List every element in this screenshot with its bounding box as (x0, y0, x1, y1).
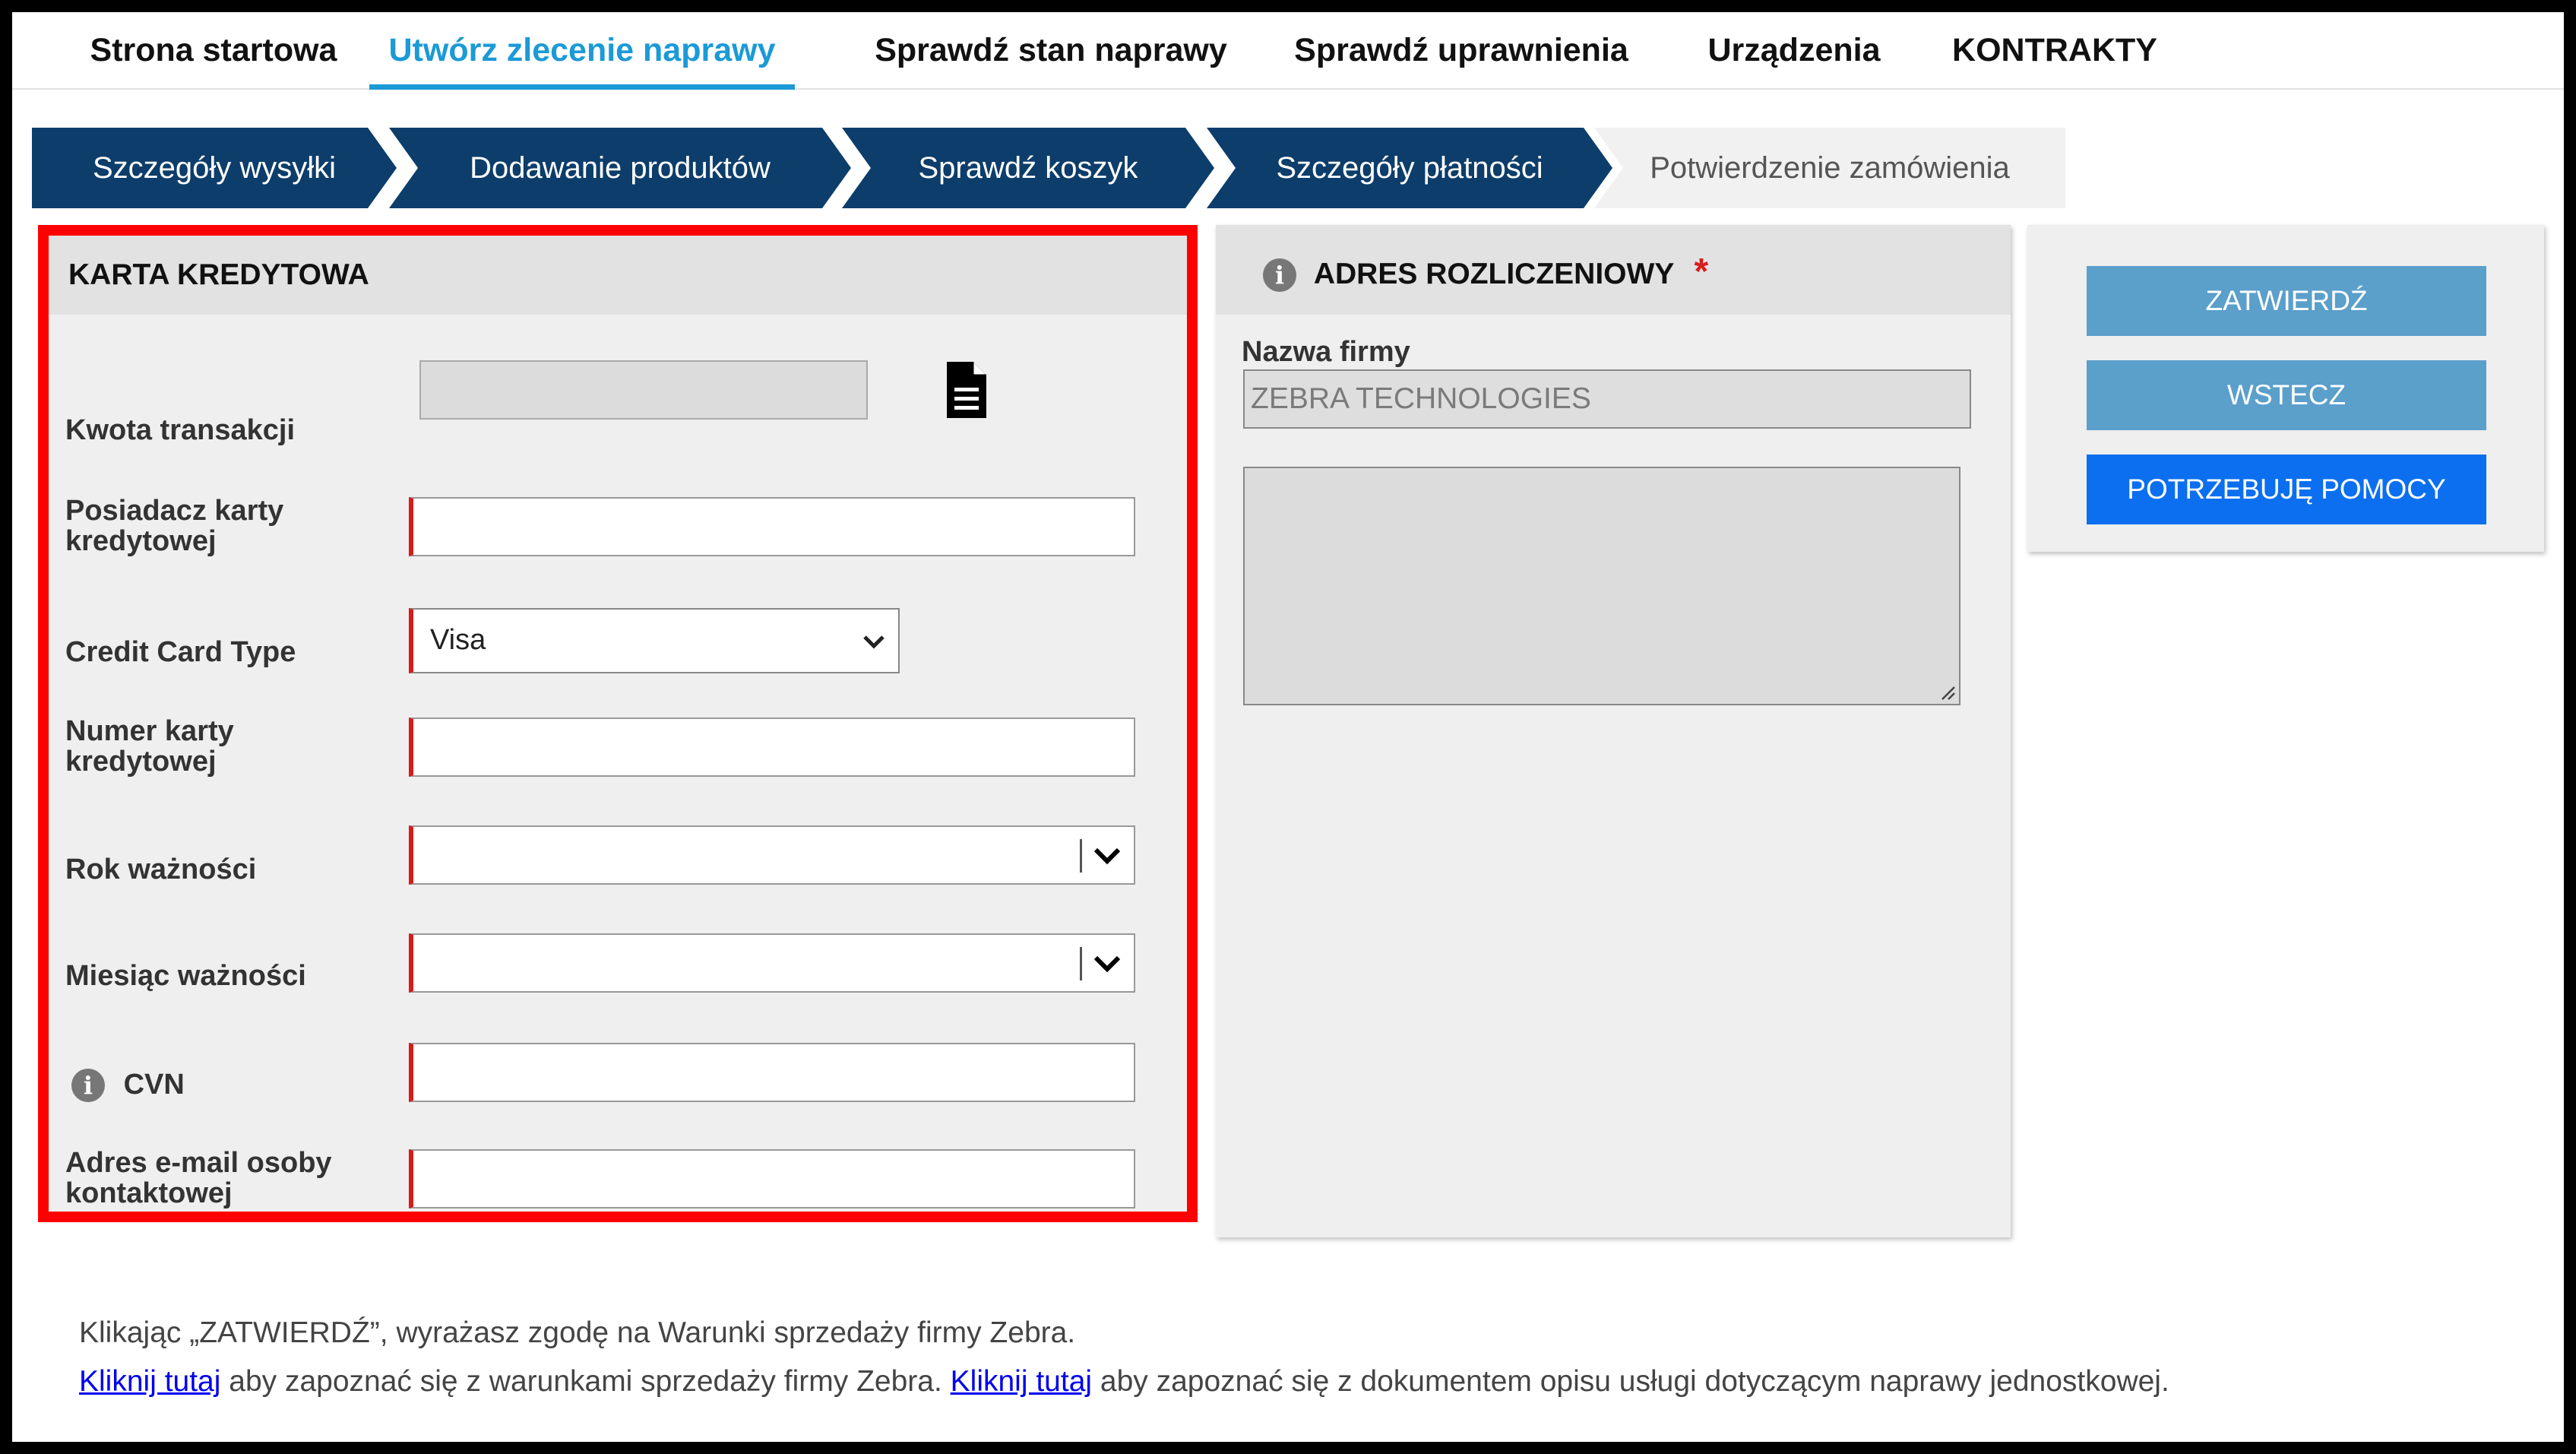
billing-address-title: ADRES ROZLICZENIOWY (1313, 258, 1674, 290)
cvn-input[interactable] (409, 1043, 1135, 1102)
step-check-cart[interactable]: Sprawdź koszyk (842, 128, 1214, 208)
card-type-select[interactable]: Visa (409, 608, 900, 673)
cvn-label: CVN (123, 1069, 185, 1101)
card-type-label: Credit Card Type (65, 636, 296, 668)
app-window: Strona startowa Utwórz zlecenie naprawy … (12, 12, 2564, 1442)
info-icon[interactable]: i (71, 1069, 105, 1102)
credit-card-panel: KARTA KREDYTOWA Kwota transakcji Posiada… (38, 225, 1198, 1222)
billing-address-header: i ADRES ROZLICZENIOWY * (1216, 225, 2011, 315)
resize-grip-icon[interactable] (1938, 683, 1956, 701)
card-type-value: Visa (430, 624, 486, 656)
cvn-label-row: i CVN (71, 1069, 391, 1102)
need-help-button[interactable]: POTRZEBUJĘ POMOCY (2087, 455, 2486, 524)
contact-email-input[interactable] (409, 1149, 1135, 1208)
card-number-input[interactable] (409, 717, 1135, 777)
chevron-down-icon (1093, 847, 1121, 865)
expiry-year-select[interactable] (409, 825, 1135, 885)
contact-email-label: Adres e-mail osoby kontaktowej (65, 1147, 332, 1209)
transaction-amount-field (419, 360, 868, 420)
service-description-text: aby zapoznać się z dokumentem opisu usłu… (1092, 1365, 2169, 1398)
terms-links-line: Kliknij tutaj aby zapoznać się z warunka… (79, 1365, 2169, 1399)
credit-card-title: KARTA KREDYTOWA (68, 258, 369, 291)
action-panel: ZATWIERDŹ WSTECZ POTRZEBUJĘ POMOCY (2027, 225, 2544, 552)
back-button[interactable]: WSTECZ (2087, 360, 2486, 430)
checkout-steps: Szczegóły wysyłki Dodawanie produktów Sp… (32, 128, 2068, 208)
step-add-products[interactable]: Dodawanie produktów (389, 128, 851, 208)
info-icon[interactable]: i (1263, 258, 1296, 292)
transaction-amount-label: Kwota transakcji (65, 414, 295, 446)
credit-card-panel-header: KARTA KREDYTOWA (49, 236, 1187, 315)
billing-title-row: i ADRES ROZLICZENIOWY * (1263, 251, 1708, 293)
card-number-label: Numer karty kredytowej (65, 715, 234, 778)
company-name-field: ZEBRA TECHNOLOGIES (1243, 369, 1971, 429)
tab-check-entitlements[interactable]: Sprawdź uprawnienia (1290, 12, 1632, 88)
expiry-year-label: Rok ważności (65, 854, 257, 885)
tab-create-repair-order[interactable]: Utwórz zlecenie naprawy (369, 12, 795, 90)
tab-contracts[interactable]: KONTRAKTY (1942, 12, 2167, 88)
required-indicator: * (1694, 252, 1709, 292)
company-name-label: Nazwa firmy (1242, 336, 1410, 368)
chevron-down-icon (1093, 955, 1121, 973)
dropdown-separator (1080, 839, 1082, 873)
step-order-confirmation: Potwierdzenie zamówienia (1594, 128, 2065, 208)
top-nav: Strona startowa Utwórz zlecenie naprawy … (12, 12, 2564, 90)
confirm-button[interactable]: ZATWIERDŹ (2087, 266, 2486, 336)
expiry-month-label: Miesiąc ważności (65, 960, 306, 992)
step-shipping-details[interactable]: Szczegóły wysyłki (32, 128, 397, 208)
tab-check-repair-status[interactable]: Sprawdź stan naprawy (863, 12, 1239, 88)
step-payment-details[interactable]: Szczegóły płatności (1207, 128, 1612, 208)
tab-home[interactable]: Strona startowa (73, 12, 354, 88)
consent-text: Klikając „ZATWIERDŹ”, wyrażasz zgodę na … (79, 1316, 1076, 1349)
terms-of-sale-link[interactable]: Kliknij tutaj (79, 1365, 220, 1398)
tab-devices[interactable]: Urządzenia (1698, 12, 1891, 88)
billing-address-panel: i ADRES ROZLICZENIOWY * Nazwa firmy ZEBR… (1216, 225, 2011, 1237)
terms-of-sale-text: aby zapoznać się z warunkami sprzedaży f… (220, 1365, 951, 1398)
service-description-link[interactable]: Kliknij tutaj (951, 1365, 1092, 1398)
dropdown-separator (1080, 947, 1082, 980)
document-icon[interactable] (944, 360, 988, 420)
chevron-down-icon (863, 635, 885, 649)
billing-address-textarea[interactable] (1243, 467, 1960, 705)
card-holder-input[interactable] (409, 497, 1135, 556)
expiry-month-select[interactable] (409, 933, 1135, 993)
card-holder-label: Posiadacz karty kredytowej (65, 495, 284, 557)
